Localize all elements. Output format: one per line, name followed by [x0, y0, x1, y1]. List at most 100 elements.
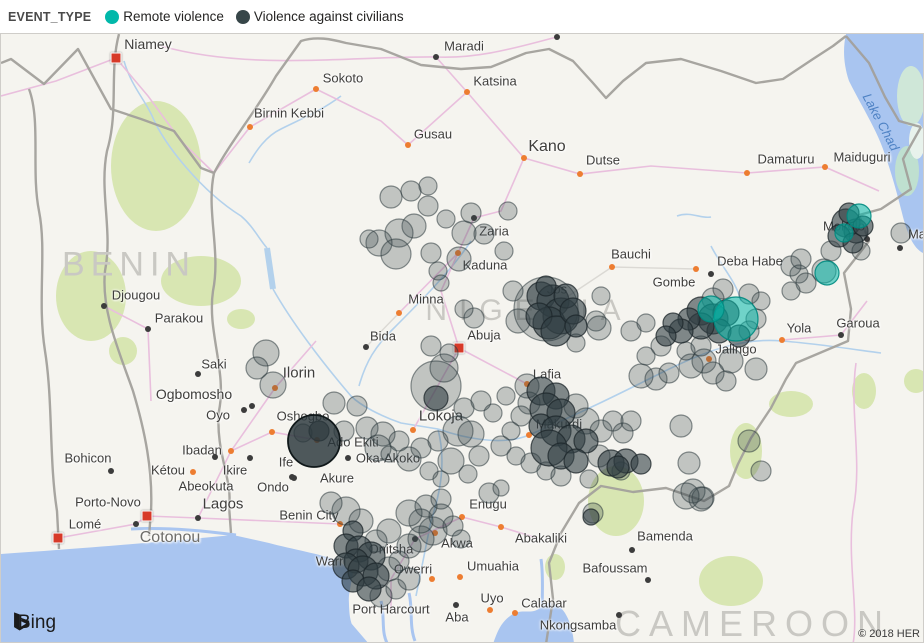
city-label-kano: Kano: [528, 138, 565, 156]
event-bubble[interactable]: [347, 396, 367, 416]
event-bubble[interactable]: [438, 448, 464, 474]
legend-item-remote-violence[interactable]: Remote violence: [105, 9, 224, 24]
event-bubble[interactable]: [637, 347, 655, 365]
event-bubble[interactable]: [677, 342, 695, 360]
city-label-uyo: Uyo: [480, 591, 503, 606]
event-bubble[interactable]: [381, 239, 411, 269]
event-bubble[interactable]: [891, 223, 911, 243]
event-bubble[interactable]: [592, 287, 610, 305]
city-marker-bamenda: [629, 547, 635, 553]
event-bubble[interactable]: [745, 358, 767, 380]
event-bubble[interactable]: [461, 203, 481, 223]
city-marker-lokoja: [410, 427, 416, 433]
event-bubble[interactable]: [497, 387, 515, 405]
event-bubble[interactable]: [424, 386, 448, 410]
city-label-k-tou: Kétou: [151, 463, 185, 478]
lake-chad-marsh: [895, 66, 923, 196]
event-bubble[interactable]: [288, 415, 340, 467]
event-bubble[interactable]: [607, 456, 629, 478]
event-bubble[interactable]: [815, 261, 839, 285]
event-bubble[interactable]: [751, 461, 771, 481]
event-bubble[interactable]: [835, 224, 853, 242]
event-bubble[interactable]: [484, 404, 502, 422]
event-bubble[interactable]: [474, 224, 494, 244]
event-bubble[interactable]: [458, 421, 484, 447]
city-label-maiduguri: Maiduguri: [833, 150, 890, 165]
event-bubble[interactable]: [447, 247, 471, 271]
event-bubble[interactable]: [583, 509, 599, 525]
event-bubble[interactable]: [791, 249, 811, 269]
event-bubble[interactable]: [565, 315, 587, 337]
event-bubble[interactable]: [689, 487, 713, 511]
event-bubble[interactable]: [495, 242, 513, 260]
event-bubble[interactable]: [431, 489, 451, 509]
city-label-abuja: Abuja: [467, 328, 500, 343]
city-label-ife: Ife: [279, 455, 293, 470]
event-bubble[interactable]: [440, 344, 458, 362]
event-bubble[interactable]: [428, 431, 448, 451]
city-marker-kano: [521, 155, 527, 161]
event-bubble[interactable]: [421, 243, 441, 263]
event-bubble[interactable]: [455, 300, 473, 318]
city-label-gusau: Gusau: [414, 127, 452, 142]
event-bubble[interactable]: [613, 423, 633, 443]
event-bubble[interactable]: [401, 181, 421, 201]
event-bubble[interactable]: [452, 221, 476, 245]
city-marker-ondo: [291, 475, 297, 481]
event-bubble[interactable]: [433, 275, 449, 291]
country-label-benin: BENIN: [62, 246, 196, 285]
city-label-gombe: Gombe: [653, 275, 696, 290]
event-bubble[interactable]: [469, 446, 489, 466]
event-bubble[interactable]: [536, 276, 556, 296]
event-bubble[interactable]: [587, 316, 611, 340]
event-bubble[interactable]: [656, 326, 676, 346]
event-bubble[interactable]: [360, 230, 378, 248]
event-bubble[interactable]: [564, 449, 588, 473]
city-marker-k-tou: [190, 469, 196, 475]
city-marker-garoua: [838, 332, 844, 338]
rivers: [124, 61, 881, 596]
city-label-calabar: Calabar: [521, 596, 567, 611]
event-bubble[interactable]: [421, 336, 441, 356]
city-marker-lagos: [195, 515, 201, 521]
event-bubble[interactable]: [637, 314, 655, 332]
event-bubble[interactable]: [357, 577, 381, 601]
event-bubble[interactable]: [631, 454, 651, 474]
city-label-port-harcourt: Port Harcourt: [352, 602, 429, 617]
event-bubble[interactable]: [659, 363, 679, 383]
city-marker-nkongsamba: [616, 612, 622, 618]
event-bubble[interactable]: [493, 480, 509, 496]
event-bubble[interactable]: [320, 492, 342, 514]
event-bubble[interactable]: [847, 204, 871, 228]
legend-item-violence-against-civilians[interactable]: Violence against civilians: [236, 9, 404, 24]
event-bubble[interactable]: [418, 196, 438, 216]
event-bubble[interactable]: [419, 177, 437, 195]
city-marker-maradi: [433, 54, 439, 60]
city-marker-ife: [247, 455, 253, 461]
event-bubble[interactable]: [713, 279, 733, 299]
city-marker-ma: [897, 245, 903, 251]
event-bubble[interactable]: [381, 446, 397, 462]
city-marker-bauchi: [609, 264, 615, 270]
event-bubble[interactable]: [698, 296, 724, 322]
event-bubble[interactable]: [782, 282, 800, 300]
city-marker-sokoto: [313, 86, 319, 92]
event-bubble[interactable]: [580, 470, 598, 488]
event-bubble[interactable]: [716, 371, 736, 391]
city-marker-saki: [195, 371, 201, 377]
event-bubble[interactable]: [678, 452, 700, 474]
event-bubble[interactable]: [260, 372, 286, 398]
event-bubble[interactable]: [380, 186, 402, 208]
event-bubble[interactable]: [433, 471, 449, 487]
city-marker-aba: [453, 602, 459, 608]
event-bubble[interactable]: [323, 392, 345, 414]
event-bubble[interactable]: [499, 202, 517, 220]
event-bubble[interactable]: [670, 415, 692, 437]
city-marker-katsina: [464, 89, 470, 95]
city-label-katsina: Katsina: [473, 74, 516, 89]
event-bubble[interactable]: [452, 530, 470, 548]
event-bubble[interactable]: [437, 210, 455, 228]
city-marker-lom-: [53, 533, 64, 544]
event-bubble[interactable]: [738, 430, 760, 452]
map-canvas[interactable]: BENINNIGERIACAMEROONLake Chad NiameyMara…: [0, 33, 924, 643]
